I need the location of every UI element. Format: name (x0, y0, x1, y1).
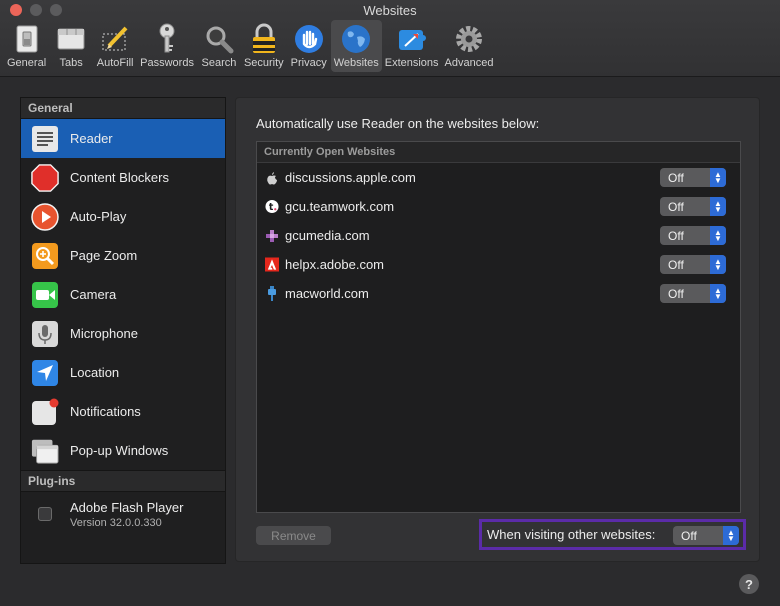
list-header: Currently Open Websites (257, 142, 740, 163)
plugin-name: Adobe Flash Player (70, 499, 184, 515)
toolbar-privacy[interactable]: Privacy (287, 20, 331, 72)
chevron-up-down-icon: ▲ ▼ (710, 255, 726, 274)
toolbar-autofill[interactable]: AutoFill (93, 20, 137, 72)
reader-icon (31, 125, 59, 153)
websites-list: Currently Open Websites discussions.appl… (256, 141, 741, 513)
toolbar-general[interactable]: General (4, 20, 49, 72)
sidebar-item-auto-play[interactable]: Auto-Play (21, 197, 225, 236)
sidebar-item-location[interactable]: Location (21, 353, 225, 392)
reader-settings-panel: Automatically use Reader on the websites… (235, 97, 760, 562)
panel-heading: Automatically use Reader on the websites… (256, 116, 540, 131)
sidebar-plugins-header: Plug-ins (21, 470, 225, 492)
toolbar-extensions[interactable]: Extensions (382, 20, 442, 72)
sidebar-item-notifications[interactable]: Notifications (21, 392, 225, 431)
sidebar-item-content-blockers[interactable]: Content Blockers (21, 158, 225, 197)
remove-button[interactable]: Remove (256, 526, 331, 545)
padlock-icon (248, 23, 280, 55)
website-name: macworld.com (285, 286, 369, 301)
microphone-icon (31, 320, 59, 348)
chevron-up-down-icon: ▲ ▼ (710, 168, 726, 187)
chevron-up-down-icon: ▲ ▼ (710, 226, 726, 245)
sidebar-item-label: Notifications (70, 404, 141, 419)
sidebar-item-label: Camera (70, 287, 117, 302)
popup-window-icon (31, 437, 59, 465)
autofill-pencil-icon (99, 23, 131, 55)
website-row[interactable]: helpx.adobe.com Off ▲ ▼ (257, 250, 740, 279)
sidebar-item-popup-windows[interactable]: Pop-up Windows (21, 431, 225, 470)
reader-setting-popup[interactable]: Off ▲ ▼ (660, 284, 726, 303)
other-websites-popup[interactable]: Off ▲ ▼ (673, 526, 739, 545)
sidebar-item-label: Page Zoom (70, 248, 138, 263)
sidebar-item-label: Microphone (70, 326, 138, 341)
puzzle-icon (396, 23, 428, 55)
toolbar-passwords[interactable]: Passwords (137, 20, 197, 72)
website-row[interactable]: gcumedia.com Off ▲ ▼ (257, 221, 740, 250)
plugin-adobe-flash[interactable]: Adobe Flash Player Version 32.0.0.330 (21, 492, 225, 536)
window-title: Websites (363, 3, 417, 18)
website-row[interactable]: discussions.apple.com Off ▲ ▼ (257, 163, 740, 192)
gear-icon (453, 23, 485, 55)
magnifier-icon (203, 23, 235, 55)
apple-favicon-icon (265, 171, 279, 185)
reader-setting-popup[interactable]: Off ▲ ▼ (660, 197, 726, 216)
reader-setting-popup[interactable]: Off ▲ ▼ (660, 226, 726, 245)
sidebar-item-label: Auto-Play (70, 209, 127, 224)
general-switch-icon (11, 23, 43, 55)
website-name: gcu.teamwork.com (285, 199, 395, 214)
teamwork-favicon-icon: t (265, 199, 279, 214)
website-row[interactable]: macworld.com Off ▲ ▼ (257, 279, 740, 308)
chevron-up-down-icon: ▲ ▼ (723, 526, 739, 545)
toolbar-security[interactable]: Security (241, 20, 287, 72)
zoom-icon (31, 242, 59, 270)
toolbar-advanced[interactable]: Advanced (442, 20, 497, 72)
plugin-info: Adobe Flash Player Version 32.0.0.330 (70, 500, 183, 529)
website-name: discussions.apple.com (285, 170, 416, 185)
sidebar-item-label: Content Blockers (70, 170, 169, 185)
website-name: helpx.adobe.com (285, 257, 385, 272)
chevron-up-down-icon: ▲ ▼ (710, 197, 726, 216)
website-row[interactable]: t gcu.teamwork.com Off ▲ ▼ (257, 192, 740, 221)
sidebar-item-label: Location (70, 365, 120, 380)
preferences-toolbar: General Tabs AutoFill Passwords Search S… (4, 20, 496, 72)
sidebar-item-camera[interactable]: Camera (21, 275, 225, 314)
toolbar-search[interactable]: Search (197, 20, 241, 72)
stop-sign-icon (31, 163, 59, 192)
sidebar-item-microphone[interactable]: Microphone (21, 314, 225, 353)
sidebar-item-page-zoom[interactable]: Page Zoom (21, 236, 225, 275)
location-arrow-icon (31, 359, 59, 387)
chevron-up-down-icon: ▲ ▼ (710, 284, 726, 303)
sidebar-item-label: Pop-up Windows (70, 443, 169, 458)
plugin-enable-checkbox[interactable] (38, 507, 52, 521)
hand-icon (293, 23, 325, 55)
sidebar-item-reader[interactable]: Reader (21, 119, 225, 158)
svg-text:t: t (269, 202, 274, 213)
reader-setting-popup[interactable]: Off ▲ ▼ (660, 168, 726, 187)
key-icon (151, 23, 183, 55)
other-websites-label: When visiting other websites: (487, 527, 656, 542)
adobe-favicon-icon (265, 257, 279, 272)
website-name: gcumedia.com (285, 228, 370, 243)
sidebar-general-header: General (21, 98, 225, 119)
sidebar-item-label: Reader (70, 131, 113, 146)
title-bar: Websites General Tabs AutoFill Passwords… (0, 0, 780, 77)
gcumedia-favicon-icon (265, 229, 279, 243)
macworld-favicon-icon (265, 286, 279, 301)
safari-preferences-window: Websites General Tabs AutoFill Passwords… (0, 0, 780, 606)
settings-sidebar: General Reader Content Blockers Auto-Pla… (20, 97, 226, 564)
toolbar-tabs[interactable]: Tabs (49, 20, 93, 72)
reader-setting-popup[interactable]: Off ▲ ▼ (660, 255, 726, 274)
toolbar-websites[interactable]: Websites (330, 20, 382, 72)
tabs-icon (55, 23, 87, 55)
plugin-version: Version 32.0.0.330 (70, 516, 162, 529)
help-button[interactable]: ? (739, 574, 759, 594)
globe-icon (340, 23, 372, 55)
play-icon (31, 202, 59, 231)
camera-icon (31, 281, 59, 309)
notification-icon (31, 398, 59, 426)
other-websites-setting: When visiting other websites: Off ▲ ▼ (479, 519, 746, 550)
